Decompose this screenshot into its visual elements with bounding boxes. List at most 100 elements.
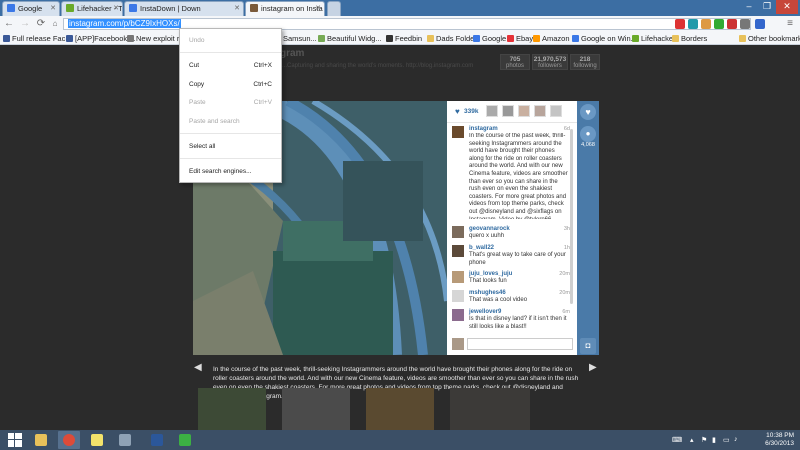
extension-icon[interactable]: [714, 19, 724, 29]
close-tab-icon[interactable]: ✕: [315, 4, 321, 12]
stat-photos: 705 photos: [500, 54, 530, 70]
bookmark-item[interactable]: [APP]Facebook ...: [66, 34, 135, 43]
close-tab-icon[interactable]: ✕: [113, 4, 119, 12]
home-icon[interactable]: ⌂: [49, 18, 61, 30]
taskbar-app[interactable]: [114, 431, 136, 449]
menu-cut[interactable]: Cut Ctrl+X: [180, 60, 281, 72]
close-tab-icon[interactable]: ✕: [50, 4, 56, 12]
avatar[interactable]: [452, 290, 464, 302]
menu-edit-search-engines[interactable]: Edit search engines...: [180, 166, 281, 178]
bookmark-item[interactable]: Ebay: [507, 34, 533, 43]
avatar[interactable]: [452, 126, 464, 138]
previous-post-arrow-icon[interactable]: ◀: [194, 362, 202, 373]
flag-icon[interactable]: ⚑: [701, 436, 707, 444]
clock[interactable]: 10:38 PM 6/30/2013: [765, 432, 794, 448]
maximize-button[interactable]: ❐: [758, 0, 776, 14]
bookmark-folder[interactable]: Borders: [672, 34, 707, 43]
close-window-button[interactable]: ✕: [776, 0, 798, 14]
close-tab-icon[interactable]: ✕: [234, 4, 240, 12]
start-button[interactable]: [4, 431, 26, 449]
tab-lifehacker[interactable]: Lifehacker - Tips a ✕: [61, 1, 123, 16]
keyboard-icon[interactable]: ⌨: [672, 436, 682, 444]
comment-bubble-icon[interactable]: ●: [580, 126, 596, 142]
thumbnail[interactable]: [282, 388, 350, 430]
taskbar-facetime[interactable]: [174, 431, 196, 449]
comment-user[interactable]: mshughes46: [469, 290, 506, 296]
volume-icon[interactable]: ♪: [734, 436, 738, 443]
bookmark-folder[interactable]: Dads Folder: [427, 34, 477, 43]
extension-icon[interactable]: [701, 19, 711, 29]
address-bar-context-menu: Undo Cut Ctrl+X Copy Ctrl+C Paste Ctrl+V Pa…: [179, 28, 282, 183]
thumbnail[interactable]: [366, 388, 434, 430]
extension-icon[interactable]: [688, 19, 698, 29]
bookmark-item[interactable]: Beautiful Widg...: [318, 34, 382, 43]
bookmark-favicon-icon: [473, 35, 480, 42]
network-icon[interactable]: ▮: [712, 436, 716, 444]
taskbar-file-explorer[interactable]: [30, 431, 52, 449]
taskbar-word[interactable]: [146, 431, 168, 449]
menu-undo[interactable]: Undo: [180, 35, 281, 47]
liker-avatar[interactable]: [502, 105, 514, 117]
bookmark-item[interactable]: Amazon: [533, 34, 570, 43]
add-comment-input[interactable]: [467, 338, 573, 350]
tab-instadown[interactable]: InstaDown | Down ✕: [124, 1, 244, 16]
chrome-menu-icon[interactable]: ≡: [784, 18, 796, 30]
bookmark-item[interactable]: Google: [473, 34, 506, 43]
menu-paste-and-search[interactable]: Paste and search: [180, 116, 281, 128]
bookmark-item[interactable]: Full release Fac...: [3, 34, 72, 43]
minimize-button[interactable]: –: [740, 0, 758, 14]
menu-copy[interactable]: Copy Ctrl+C: [180, 79, 281, 91]
comment-user[interactable]: b_wall22: [469, 245, 494, 251]
liker-avatar[interactable]: [486, 105, 498, 117]
stat-label: followers: [538, 63, 562, 69]
taskbar-sticky-notes[interactable]: [86, 431, 108, 449]
extension-icon[interactable]: [675, 19, 685, 29]
comment-user[interactable]: geovannarock: [469, 226, 510, 232]
tab-instagram[interactable]: instagram on Insta ✕: [245, 1, 325, 16]
tab-google[interactable]: Google ✕: [2, 1, 60, 16]
next-post-arrow-icon[interactable]: ▶: [589, 362, 597, 373]
bookmark-label: Google on Win...: [581, 34, 637, 43]
bookmark-item[interactable]: Google on Win...: [572, 34, 637, 43]
menu-shortcut: Ctrl+C: [253, 81, 272, 88]
comment-user[interactable]: instagram: [469, 126, 498, 132]
thumbnail[interactable]: [450, 388, 530, 430]
thumbnail[interactable]: [198, 388, 266, 430]
heart-icon[interactable]: ♥: [455, 107, 460, 116]
liker-avatar[interactable]: [550, 105, 562, 117]
extension-icon[interactable]: [740, 19, 750, 29]
bookmark-item[interactable]: Lifehacker: [632, 34, 676, 43]
bookmark-item[interactable]: Samsun...: [283, 34, 317, 43]
forward-button[interactable]: →: [19, 18, 31, 30]
new-tab-button[interactable]: [327, 1, 341, 16]
instagram-camera-icon[interactable]: ◘: [580, 338, 596, 354]
menu-select-all[interactable]: Select all: [180, 141, 281, 153]
liker-avatar[interactable]: [518, 105, 530, 117]
comment-user[interactable]: juju_loves_juju: [469, 271, 512, 277]
comment-user[interactable]: jewellover9: [469, 309, 501, 315]
extension-icon[interactable]: [755, 19, 765, 29]
avatar[interactable]: [452, 226, 464, 238]
address-bar[interactable]: instagram.com/p/bCZ9IxHOXs/ ☆: [63, 18, 751, 30]
taskbar-chrome[interactable]: [58, 431, 80, 449]
avatar[interactable]: [452, 309, 464, 321]
back-button[interactable]: ←: [3, 18, 15, 30]
like-heart-icon[interactable]: ♥: [580, 104, 596, 120]
comment-item: b_wall22 1h That's great way to take car…: [452, 245, 574, 267]
menu-paste[interactable]: Paste Ctrl+V: [180, 97, 281, 109]
comments-scrollbar[interactable]: [570, 129, 573, 304]
tray-arrow-icon[interactable]: ▴: [690, 436, 694, 444]
battery-icon[interactable]: ▭: [723, 436, 730, 444]
folder-icon: [672, 35, 679, 42]
reload-button[interactable]: ⟳: [35, 18, 47, 30]
avatar[interactable]: [452, 245, 464, 257]
bookmark-item[interactable]: Feedbin: [386, 34, 422, 43]
liker-avatar[interactable]: [534, 105, 546, 117]
comment-text: Is that in disney land? if it isn't then…: [469, 316, 567, 330]
url-host: instagram.com: [69, 19, 122, 28]
bookmark-folder[interactable]: Other bookmarks: [739, 34, 800, 43]
windows-logo-icon: [8, 433, 22, 447]
comment-text: In the course of the past week, thrill-s…: [469, 133, 568, 219]
extension-icon[interactable]: [727, 19, 737, 29]
avatar[interactable]: [452, 271, 464, 283]
